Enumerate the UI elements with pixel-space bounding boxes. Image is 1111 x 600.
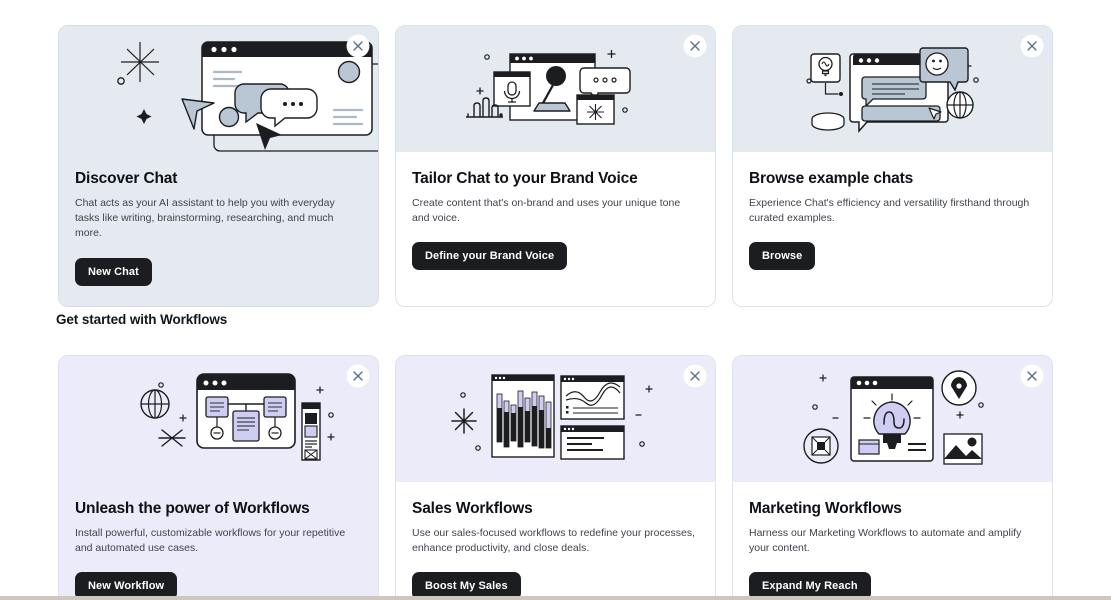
- card-title: Unleash the power of Workflows: [75, 500, 310, 517]
- card-body: Tailor Chat to your Brand Voice Create c…: [396, 152, 715, 291]
- define-brand-voice-button[interactable]: Define your Brand Voice: [412, 242, 568, 271]
- card-description: Harness our Marketing Workflows to autom…: [749, 527, 1022, 555]
- onboarding-page: Discover Chat Chat acts as your AI assis…: [0, 0, 1111, 596]
- page-root: Discover Chat Chat acts as your AI assis…: [0, 0, 1111, 600]
- illustration-workflow-diagram-window: [59, 356, 378, 482]
- chat-cards-row: Discover Chat Chat acts as your AI assis…: [58, 25, 1053, 307]
- illustration-charts-dashboard: [396, 356, 715, 482]
- card-body: Sales Workflows Use our sales-focused wo…: [396, 482, 715, 596]
- card-body: Unleash the power of Workflows Install p…: [59, 482, 378, 596]
- new-workflow-button[interactable]: New Workflow: [75, 572, 178, 596]
- boost-my-sales-button[interactable]: Boost My Sales: [412, 572, 521, 596]
- card-title: Marketing Workflows: [749, 500, 902, 517]
- card-browse-example-chats[interactable]: Browse example chats Experience Chat's e…: [732, 25, 1053, 307]
- workflow-cards-row: Unleash the power of Workflows Install p…: [58, 355, 1053, 596]
- card-title: Browse example chats: [749, 170, 914, 187]
- card-marketing-workflows[interactable]: Marketing Workflows Harness our Marketin…: [732, 355, 1053, 596]
- card-body: Marketing Workflows Harness our Marketin…: [733, 482, 1052, 596]
- card-unleash-workflows[interactable]: Unleash the power of Workflows Install p…: [58, 355, 379, 596]
- expand-my-reach-button[interactable]: Expand My Reach: [749, 572, 871, 596]
- illustration-lightbulb-media: [733, 356, 1052, 482]
- card-body: Discover Chat Chat acts as your AI assis…: [59, 152, 378, 306]
- card-title: Discover Chat: [75, 170, 178, 187]
- illustration-chat-examples-globe: [733, 26, 1052, 152]
- card-discover-chat[interactable]: Discover Chat Chat acts as your AI assis…: [58, 25, 379, 307]
- close-icon[interactable]: [1021, 365, 1043, 387]
- illustration-chat-window-bubbles: [59, 26, 378, 152]
- card-description: Chat acts as your AI assistant to help y…: [75, 197, 335, 240]
- card-tailor-brand-voice[interactable]: Tailor Chat to your Brand Voice Create c…: [395, 25, 716, 307]
- close-icon[interactable]: [347, 35, 369, 57]
- card-description: Create content that's on-brand and uses …: [412, 197, 681, 225]
- new-chat-button[interactable]: New Chat: [75, 257, 152, 286]
- workflows-section-heading: Get started with Workflows: [56, 312, 228, 327]
- illustration-microphone-waveform: [396, 26, 715, 152]
- close-icon[interactable]: [684, 35, 706, 57]
- card-body: Browse example chats Experience Chat's e…: [733, 152, 1052, 291]
- card-title: Tailor Chat to your Brand Voice: [412, 170, 638, 187]
- close-icon[interactable]: [684, 365, 706, 387]
- browse-button[interactable]: Browse: [749, 242, 816, 271]
- card-description: Install powerful, customizable workflows…: [75, 527, 346, 555]
- close-icon[interactable]: [347, 365, 369, 387]
- window-bottom-edge: [0, 596, 1111, 600]
- card-description: Experience Chat's efficiency and versati…: [749, 197, 1030, 225]
- close-icon[interactable]: [1021, 35, 1043, 57]
- card-sales-workflows[interactable]: Sales Workflows Use our sales-focused wo…: [395, 355, 716, 596]
- card-title: Sales Workflows: [412, 500, 533, 517]
- card-description: Use our sales-focused workflows to redef…: [412, 527, 696, 555]
